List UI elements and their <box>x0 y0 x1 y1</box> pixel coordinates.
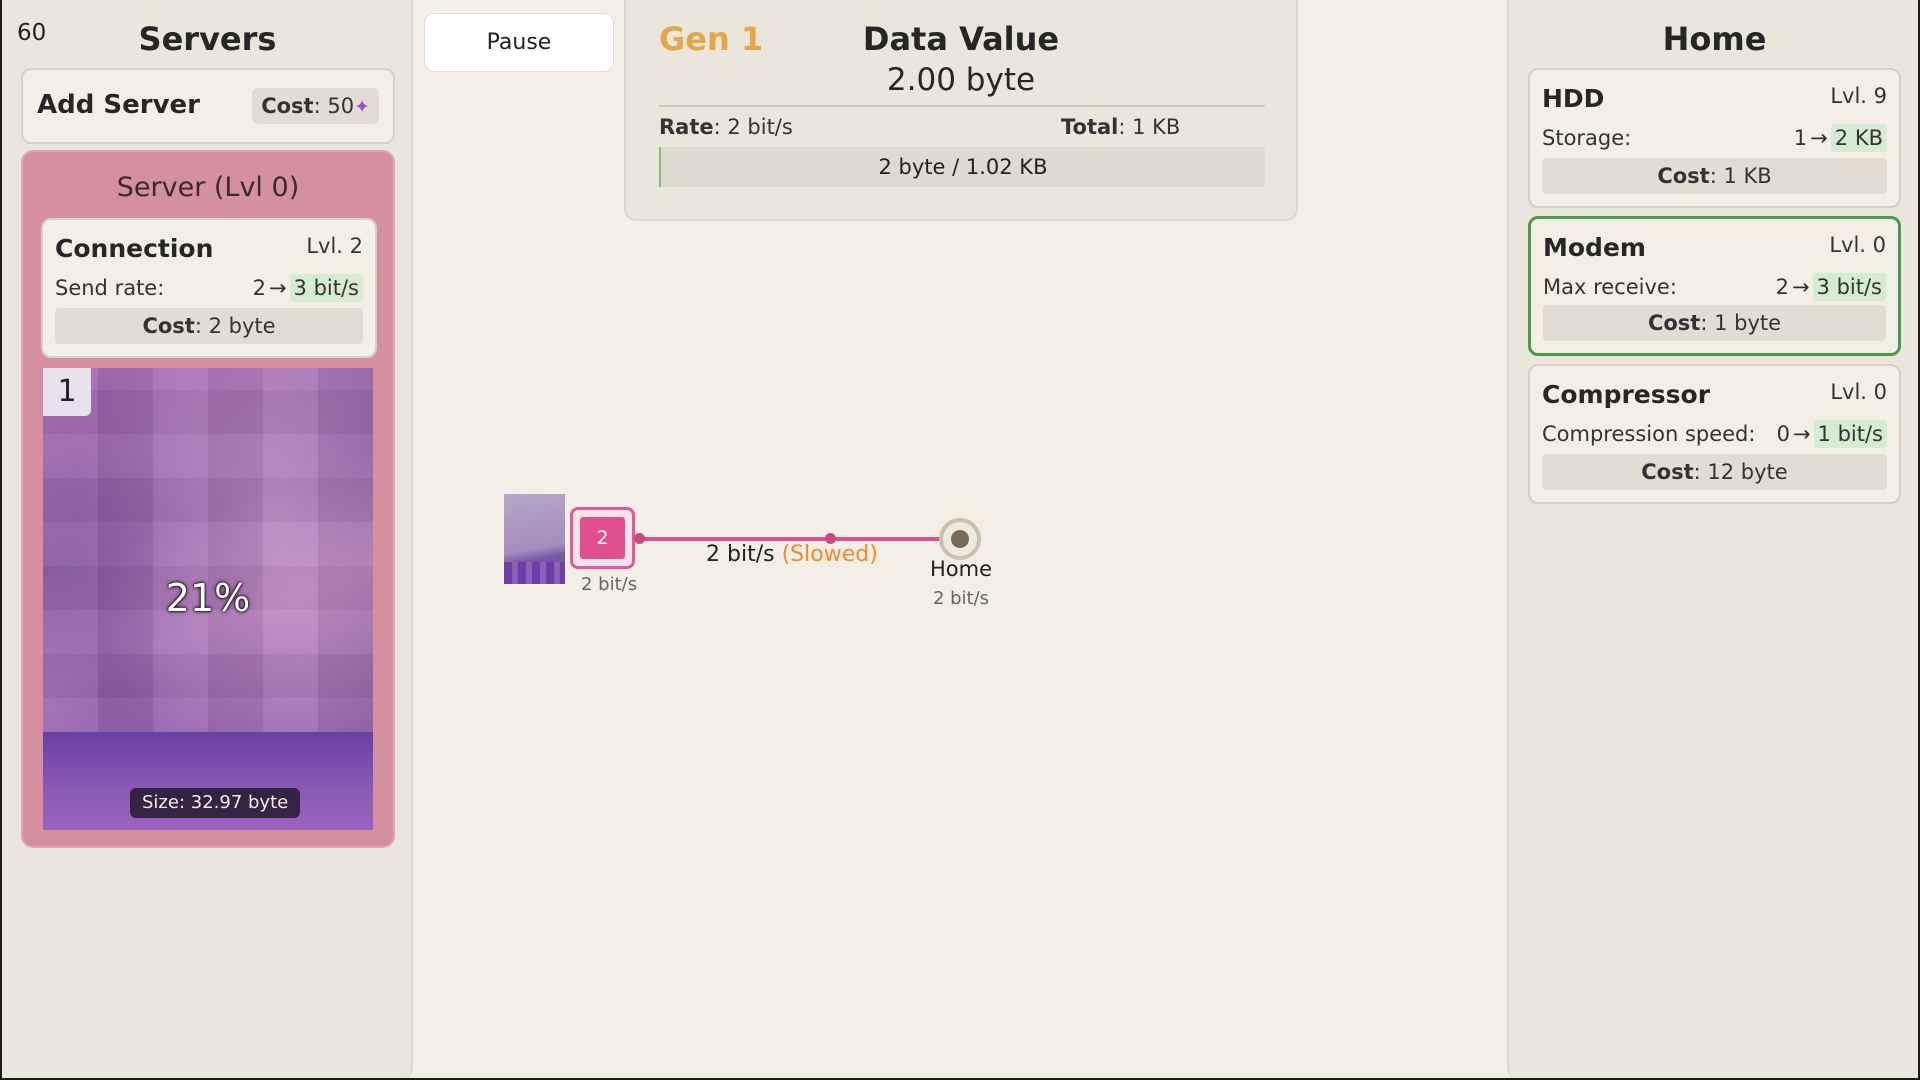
data-total: Total: 1 KB <box>1061 115 1181 139</box>
link-status: (Slowed) <box>781 542 878 567</box>
upgrade-cost: Cost: 2 byte <box>55 308 363 344</box>
arrow-right-icon: → <box>1791 275 1810 299</box>
data-value-amount: 2.00 byte <box>886 62 1036 98</box>
server-number-badge: 1 <box>43 368 91 416</box>
server-title: Server (Lvl 0) <box>116 172 300 203</box>
link-endpoint-dot <box>634 533 645 544</box>
server-image: 1 21% Size: 32.97 byte <box>43 368 373 830</box>
upgrade-name: Modem <box>1543 233 1646 262</box>
server-node[interactable]: 2 <box>570 507 635 569</box>
pause-button[interactable]: Pause <box>424 13 614 72</box>
game-window: 60 Servers Add Server Cost: 50✦ Server (… <box>2 0 1918 1078</box>
add-server-cost: Cost: 50✦ <box>252 88 379 124</box>
data-value-panel: Gen 1 Data Value 2.00 byte Rate: 2 bit/s… <box>624 0 1298 221</box>
home-panel: Home HDD Lvl. 9 Storage: 1 → 2 KB Cost: 1 … <box>1507 0 1918 1078</box>
hdd-upgrade-card[interactable]: HDD Lvl. 9 Storage: 1 → 2 KB Cost: 1 KB <box>1528 68 1901 208</box>
arrow-right-icon: → <box>1810 126 1828 150</box>
server-progress: 21% <box>165 576 251 620</box>
arrow-right-icon: → <box>268 276 287 300</box>
storage-progress-bar: 2 byte / 1.02 KB <box>659 147 1265 187</box>
compressor-upgrade-card[interactable]: Compressor Lvl. 0 Compression speed: 0 → 1… <box>1528 364 1901 504</box>
upgrade-stat-value: 2 → 3 bit/s <box>253 274 363 302</box>
connection-upgrade-card[interactable]: Connection Lvl. 2 Send rate: 2 → 3 bit/s C… <box>41 218 377 358</box>
data-value-title: Data Value <box>862 20 1060 58</box>
divider <box>659 105 1265 107</box>
arrow-right-icon: → <box>1792 422 1811 446</box>
data-rate: Rate: 2 bit/s <box>659 115 793 139</box>
server-card: Server (Lvl 0) Connection Lvl. 2 Send ra… <box>21 150 395 848</box>
upgrade-stat-label: Storage: <box>1542 126 1632 150</box>
upgrade-cost: Cost: 1 byte <box>1543 305 1886 341</box>
upgrade-name: Compressor <box>1542 380 1711 409</box>
upgrade-stat-value: 1 → 2 KB <box>1794 124 1887 152</box>
server-node-rate: 2 bit/s <box>581 574 638 595</box>
add-server-label: Add Server <box>37 90 200 120</box>
add-server-button[interactable]: Add Server Cost: 50✦ <box>21 68 395 144</box>
upgrade-level: Lvl. 0 <box>1830 380 1887 404</box>
upgrade-cost: Cost: 12 byte <box>1542 454 1887 490</box>
upgrade-name: Connection <box>55 234 214 263</box>
link-rate-label: 2 bit/s (Slowed) <box>706 542 878 567</box>
upgrade-name: HDD <box>1542 84 1605 113</box>
servers-panel: 60 Servers Add Server Cost: 50✦ Server (… <box>2 0 413 1078</box>
upgrade-level: Lvl. 9 <box>1830 84 1887 108</box>
star-icon: ✦ <box>354 96 370 118</box>
connection-link <box>635 537 963 541</box>
modem-upgrade-card[interactable]: Modem Lvl. 0 Max receive: 2 → 3 bit/s Cost… <box>1528 216 1901 356</box>
upgrade-stat-label: Max receive: <box>1543 275 1677 299</box>
home-node-rate: 2 bit/s <box>932 588 990 609</box>
home-title: Home <box>1662 20 1767 58</box>
upgrade-level: Lvl. 2 <box>306 234 363 258</box>
home-node-label: Home <box>929 557 992 581</box>
server-size-label: Size: 32.97 byte <box>130 788 301 818</box>
upgrade-stat-label: Compression speed: <box>1542 422 1756 446</box>
upgrade-stat-value: 2 → 3 bit/s <box>1776 273 1886 301</box>
upgrade-cost: Cost: 1 KB <box>1542 158 1887 194</box>
server-thumbnail[interactable] <box>504 494 565 584</box>
storage-progress-text: 2 byte / 1.02 KB <box>878 155 1048 179</box>
server-node-label: 2 <box>580 517 625 559</box>
upgrade-stat-value: 0 → 1 bit/s <box>1777 420 1887 448</box>
upgrade-stat-label: Send rate: <box>55 276 165 300</box>
servers-title: Servers <box>138 20 277 58</box>
home-node[interactable] <box>939 518 981 560</box>
upgrade-level: Lvl. 0 <box>1829 233 1886 257</box>
